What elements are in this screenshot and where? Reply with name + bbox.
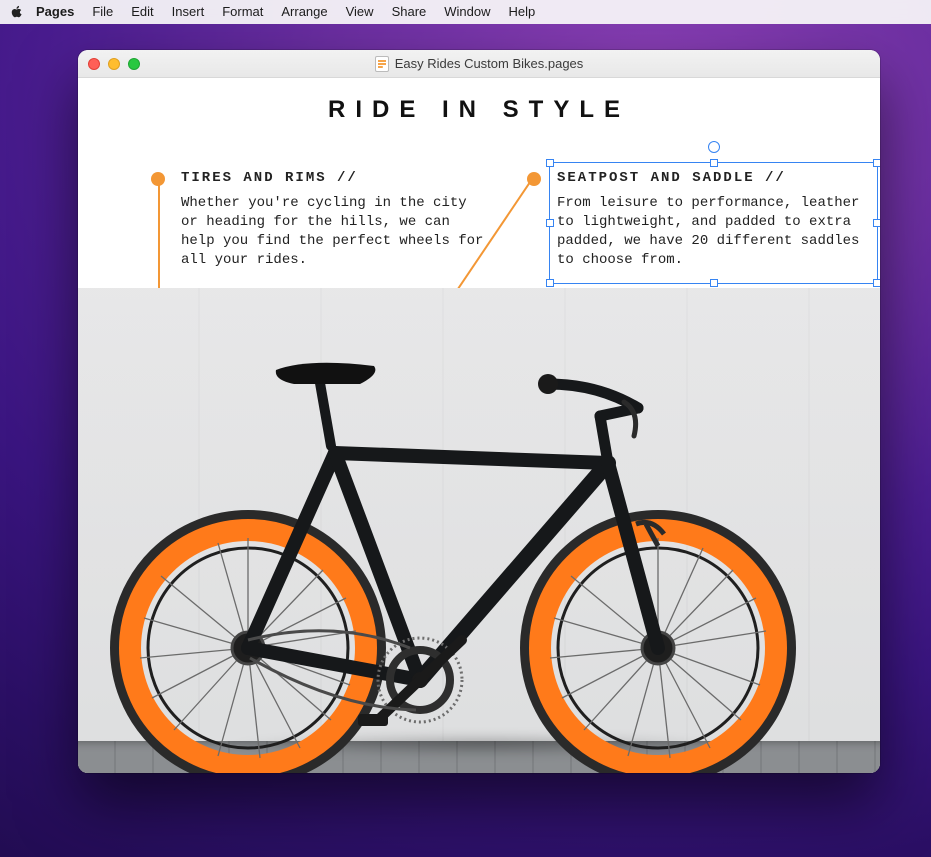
document-canvas[interactable]: RIDE IN STYLE TIRES AND RIMS // Whether …: [78, 78, 880, 773]
document-heading[interactable]: RIDE IN STYLE: [78, 78, 880, 132]
callout-seatpost-body: From leisure to performance, leather to …: [557, 194, 872, 270]
bike-photo[interactable]: [78, 288, 880, 773]
document-proxy-icon[interactable]: [375, 56, 389, 72]
window-minimize-button[interactable]: [108, 58, 120, 70]
callout-dot-icon: [151, 172, 165, 186]
menu-format[interactable]: Format: [213, 0, 272, 24]
resize-handle-ne[interactable]: [873, 159, 880, 167]
rotation-handle[interactable]: [708, 141, 720, 153]
window-traffic-lights: [88, 58, 140, 70]
menu-arrange[interactable]: Arrange: [272, 0, 336, 24]
menu-insert[interactable]: Insert: [163, 0, 214, 24]
mac-menubar: Pages File Edit Insert Format Arrange Vi…: [0, 0, 931, 24]
menu-app[interactable]: Pages: [36, 0, 83, 24]
callout-seatpost[interactable]: SEATPOST AND SADDLE // From leisure to p…: [557, 170, 872, 270]
resize-handle-nw[interactable]: [546, 159, 554, 167]
window-zoom-button[interactable]: [128, 58, 140, 70]
callout-dot-icon: [527, 172, 541, 186]
resize-handle-w[interactable]: [546, 219, 554, 227]
callout-seatpost-heading: SEATPOST AND SADDLE //: [557, 170, 872, 186]
resize-handle-sw[interactable]: [546, 279, 554, 287]
resize-handle-s[interactable]: [710, 279, 718, 287]
resize-handle-n[interactable]: [710, 159, 718, 167]
menu-share[interactable]: Share: [383, 0, 436, 24]
menu-file[interactable]: File: [83, 0, 122, 24]
menu-edit[interactable]: Edit: [122, 0, 162, 24]
window-close-button[interactable]: [88, 58, 100, 70]
window-title: Easy Rides Custom Bikes.pages: [78, 50, 880, 77]
callout-tires-heading: TIRES AND RIMS //: [181, 170, 486, 186]
menu-help[interactable]: Help: [500, 0, 545, 24]
callout-tires-body: Whether you're cycling in the city or he…: [181, 194, 486, 270]
menu-view[interactable]: View: [337, 0, 383, 24]
bicycle-illustration: [78, 288, 880, 773]
resize-handle-se[interactable]: [873, 279, 880, 287]
menu-window[interactable]: Window: [435, 0, 499, 24]
pages-window: Easy Rides Custom Bikes.pages RIDE IN ST…: [78, 50, 880, 773]
resize-handle-e[interactable]: [873, 219, 880, 227]
apple-menu-icon[interactable]: [10, 5, 24, 19]
window-titlebar[interactable]: Easy Rides Custom Bikes.pages: [78, 50, 880, 78]
callout-tires[interactable]: TIRES AND RIMS // Whether you're cycling…: [181, 170, 486, 270]
window-title-text: Easy Rides Custom Bikes.pages: [395, 56, 584, 71]
